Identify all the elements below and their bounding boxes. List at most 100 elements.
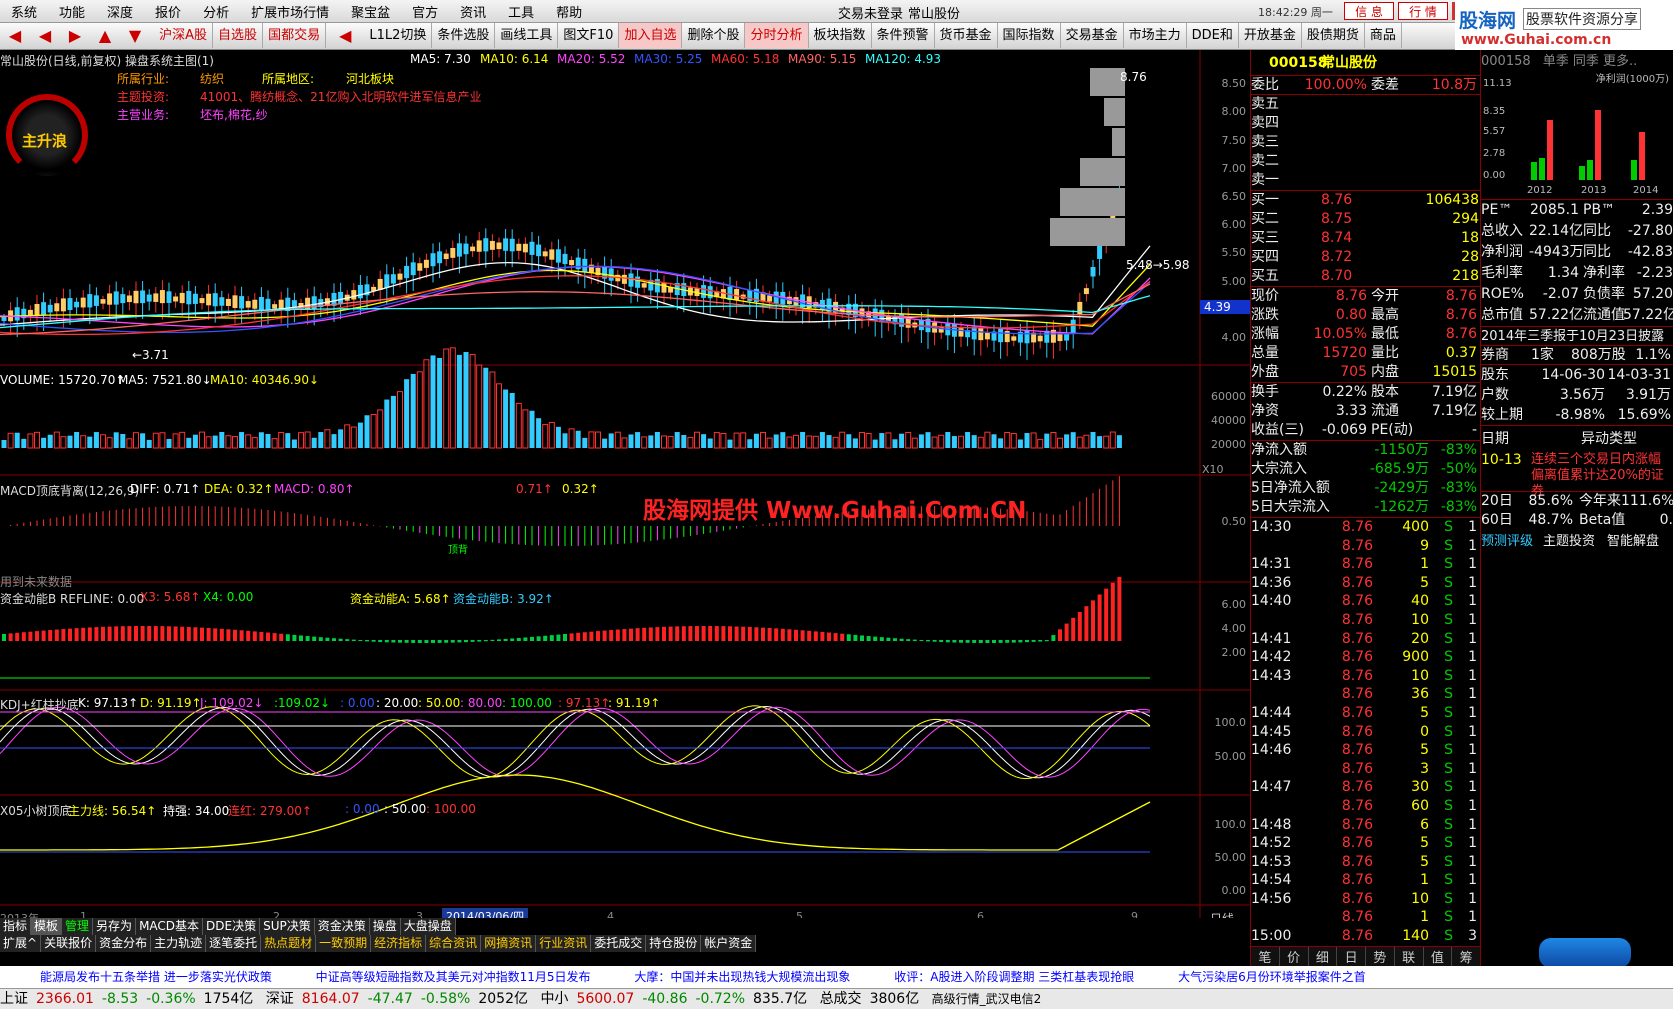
menu-system[interactable]: 系统 bbox=[0, 0, 48, 23]
tab-operate[interactable]: 操盘 bbox=[369, 918, 401, 935]
chart-area[interactable]: 常山股份(日线,前复权) 操盘系统主图(1) MA5: 7.30 MA10: 6… bbox=[0, 50, 1250, 926]
tab-indicator[interactable]: 指标 bbox=[0, 918, 32, 935]
arrow-left2-icon[interactable]: ◀ bbox=[30, 23, 60, 48]
tb-f10[interactable]: 图文F10 bbox=[558, 23, 620, 48]
arrow-down-icon[interactable]: ▼ bbox=[120, 23, 150, 48]
fund-bar bbox=[48, 630, 53, 641]
link-rating[interactable]: 预测评级 bbox=[1481, 530, 1543, 554]
tab-econ[interactable]: 经济指标 bbox=[371, 935, 427, 952]
tab-holdings[interactable]: 持仓股份 bbox=[646, 935, 702, 952]
tb-intl-index[interactable]: 国际指数 bbox=[998, 23, 1061, 48]
tab-save-as[interactable]: 另存为 bbox=[93, 918, 137, 935]
volume-bar bbox=[60, 436, 67, 449]
total-value: 3806亿 bbox=[869, 991, 920, 1007]
fund-bar bbox=[365, 640, 369, 642]
tb-watchlist[interactable]: 自选股 bbox=[213, 23, 264, 48]
quote-tab[interactable]: 筹 bbox=[1452, 947, 1481, 966]
tab-fund-dist[interactable]: 资金分布 bbox=[96, 935, 152, 952]
tab-expand[interactable]: 扩展^ bbox=[0, 935, 42, 952]
tab-news[interactable]: 综合资讯 bbox=[426, 935, 482, 952]
tb-l1l2[interactable]: L1L2切换 bbox=[364, 23, 433, 48]
tab-sup[interactable]: SUP决策 bbox=[260, 918, 315, 935]
tb-sector-index[interactable]: 板块指数 bbox=[809, 23, 872, 48]
fund-bar bbox=[609, 630, 614, 641]
buy-price: 8.70 bbox=[1321, 268, 1353, 284]
candle bbox=[351, 290, 357, 300]
tab-fund-decision[interactable]: 资金决策 bbox=[314, 918, 370, 935]
tab-industry[interactable]: 行业资讯 bbox=[536, 935, 592, 952]
quote-tab[interactable]: 日 bbox=[1337, 947, 1366, 966]
info-button[interactable]: 信 息 bbox=[1344, 2, 1394, 20]
quote-tab[interactable]: 价 bbox=[1280, 947, 1309, 966]
quote-tab[interactable]: 细 bbox=[1309, 947, 1338, 966]
news-item[interactable]: 中证高等级短融指数及其美元对冲指数11月5日发布 bbox=[316, 970, 591, 984]
menu-jubaopen[interactable]: 聚宝盆 bbox=[340, 0, 401, 23]
volume-bar bbox=[747, 439, 753, 448]
tb-trade-fund[interactable]: 交易基金 bbox=[1061, 23, 1124, 48]
tb-open-fund[interactable]: 开放基金 bbox=[1239, 23, 1302, 48]
tab-hot[interactable]: 热点题材 bbox=[261, 935, 317, 952]
fund-bar bbox=[398, 640, 402, 643]
tb-alerts[interactable]: 条件预警 bbox=[872, 23, 935, 48]
tab-market-operate[interactable]: 大盘操盘 bbox=[400, 918, 456, 935]
tab-deals[interactable]: 委托成交 bbox=[591, 935, 647, 952]
tb-intraday[interactable]: 分时分析 bbox=[745, 23, 809, 48]
fund-tabs[interactable]: 单季 同季 更多.. bbox=[1543, 54, 1638, 69]
news-item[interactable]: 收评：A股进入阶段调整期 三类杠基表现抢眼 bbox=[894, 970, 1134, 984]
stat-value: -0.069 bbox=[1321, 422, 1367, 438]
candle bbox=[483, 238, 489, 252]
tab-force-track[interactable]: 主力轨迹 bbox=[151, 935, 207, 952]
tb-dde[interactable]: DDE和 bbox=[1187, 23, 1239, 48]
menu-help[interactable]: 帮助 bbox=[545, 0, 593, 23]
tb-bond-futures[interactable]: 股债期货 bbox=[1302, 23, 1365, 48]
candle bbox=[1011, 336, 1017, 341]
arrow-left-icon[interactable]: ◀ bbox=[0, 23, 30, 48]
volume-bar bbox=[654, 431, 660, 448]
tb-commodity[interactable]: 商品 bbox=[1365, 23, 1402, 48]
link-theme[interactable]: 主题投资 bbox=[1543, 530, 1607, 554]
quote-tab[interactable]: 联 bbox=[1395, 947, 1424, 966]
menu-news[interactable]: 资讯 bbox=[449, 0, 497, 23]
candle bbox=[100, 299, 106, 304]
tab-macd[interactable]: MACD基本 bbox=[136, 918, 204, 935]
chip-bar bbox=[1060, 188, 1125, 216]
tab-order[interactable]: 逐笔委托 bbox=[206, 935, 262, 952]
menu-function[interactable]: 功能 bbox=[48, 0, 96, 23]
fund-bar bbox=[681, 626, 686, 641]
tb-remove-stock[interactable]: 删除个股 bbox=[682, 23, 746, 48]
link-analysis[interactable]: 智能解盘 bbox=[1607, 530, 1659, 554]
tb-draw-tools[interactable]: 画线工具 bbox=[495, 23, 559, 48]
arrow-up-icon[interactable]: ▲ bbox=[90, 23, 120, 48]
tb-money-fund[interactable]: 货币基金 bbox=[935, 23, 998, 48]
tb-guodu-trade[interactable]: 国都交易 bbox=[263, 23, 327, 48]
tab-template[interactable]: 模板 bbox=[31, 918, 63, 935]
tb-main-force[interactable]: 市场主力 bbox=[1124, 23, 1187, 48]
menu-ext-market[interactable]: 扩展市场行情 bbox=[240, 0, 340, 23]
tick-vol: 6 bbox=[1420, 816, 1429, 833]
tab-dde[interactable]: DDE决策 bbox=[203, 918, 261, 935]
news-item[interactable]: 大气污染居6月份环境举报案件之首 bbox=[1178, 970, 1366, 984]
quote-tab[interactable]: 笔 bbox=[1251, 947, 1280, 966]
menu-tools[interactable]: 工具 bbox=[497, 0, 545, 23]
quote-tab[interactable]: 势 bbox=[1366, 947, 1395, 966]
menu-official[interactable]: 官方 bbox=[401, 0, 449, 23]
menu-analysis[interactable]: 分析 bbox=[192, 0, 240, 23]
profit-bar bbox=[1547, 120, 1553, 180]
tb-screener[interactable]: 条件选股 bbox=[432, 23, 496, 48]
quote-tab[interactable]: 值 bbox=[1424, 947, 1453, 966]
fund-bar bbox=[424, 640, 429, 643]
tab-digest[interactable]: 网摘资讯 bbox=[481, 935, 537, 952]
arrow-right-icon[interactable]: ▶ bbox=[60, 23, 90, 48]
tab-related[interactable]: 关联报价 bbox=[41, 935, 97, 952]
menu-quote[interactable]: 报价 bbox=[144, 0, 192, 23]
tab-consensus[interactable]: 一致预期 bbox=[316, 935, 372, 952]
tab-account[interactable]: 帐户资金 bbox=[701, 935, 757, 952]
tb-hs-a[interactable]: 沪深A股 bbox=[154, 23, 214, 48]
arrow-left3-icon[interactable]: ◀ bbox=[330, 23, 360, 48]
menu-depth[interactable]: 深度 bbox=[96, 0, 144, 23]
tb-add-watch[interactable]: 加入自选 bbox=[619, 23, 683, 48]
market-button[interactable]: 行 情 bbox=[1398, 2, 1448, 20]
news-item[interactable]: 大摩：中国并未出现热钱大规模流出现象 bbox=[634, 970, 850, 984]
tab-manage[interactable]: 管理 bbox=[62, 918, 94, 935]
news-item[interactable]: 能源局发布十五条举措 进一步落实光伏政策 bbox=[40, 970, 272, 984]
